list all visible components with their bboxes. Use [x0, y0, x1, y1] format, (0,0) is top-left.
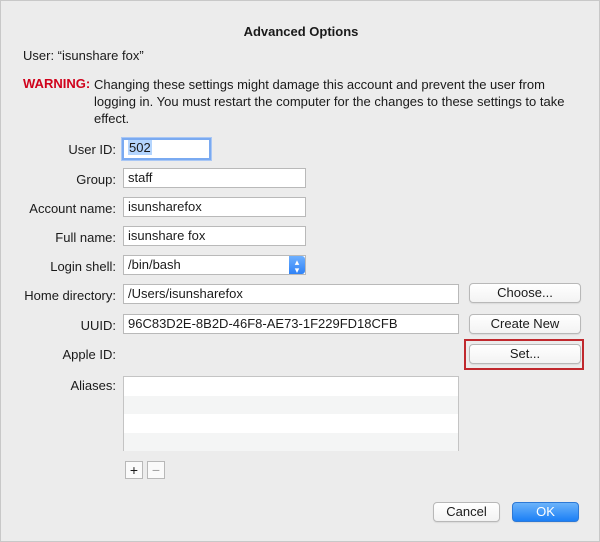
login-shell-popup[interactable]: /bin/bash ▴ ▾	[123, 255, 306, 275]
login-shell-value: /bin/bash	[128, 257, 181, 272]
apple-id-label: Apple ID:	[62, 347, 116, 362]
user-line: User: “isunshare fox”	[23, 48, 144, 63]
advanced-options-dialog: Advanced Options User: “isunshare fox” W…	[0, 0, 600, 542]
choose-button[interactable]: Choose...	[469, 283, 581, 303]
uuid-label: UUID:	[80, 318, 116, 333]
account-name-field[interactable]: isunsharefox	[123, 197, 306, 217]
user-id-label: User ID:	[68, 142, 116, 157]
list-item	[124, 432, 458, 451]
ok-button[interactable]: OK	[512, 502, 579, 522]
cancel-button[interactable]: Cancel	[433, 502, 500, 522]
account-name-label: Account name:	[29, 201, 116, 216]
uuid-field[interactable]: 96C83D2E-8B2D-46F8-AE73-1F229FD18CFB	[123, 314, 459, 334]
list-item	[124, 395, 458, 414]
dialog-title: Advanced Options	[243, 24, 359, 39]
full-name-label: Full name:	[55, 230, 116, 245]
aliases-label: Aliases:	[70, 378, 116, 393]
full-name-field[interactable]: isunshare fox	[123, 226, 306, 246]
user-id-value: 502	[128, 140, 152, 155]
warning-label: WARNING:	[23, 76, 91, 91]
create-new-button[interactable]: Create New	[469, 314, 581, 334]
group-label: Group:	[76, 172, 116, 187]
list-item	[124, 377, 458, 396]
aliases-list[interactable]	[123, 376, 459, 451]
home-directory-label: Home directory:	[24, 288, 116, 303]
remove-alias-button[interactable]: −	[147, 461, 165, 479]
set-apple-id-button[interactable]: Set...	[469, 344, 581, 364]
home-directory-field[interactable]: /Users/isunsharefox	[123, 284, 459, 304]
chevron-updown-icon[interactable]: ▴ ▾	[289, 256, 305, 274]
warning-text: Changing these settings might damage thi…	[94, 77, 565, 126]
login-shell-label: Login shell:	[50, 259, 116, 274]
user-id-field[interactable]: 502	[122, 138, 211, 160]
add-alias-button[interactable]: +	[125, 461, 143, 479]
group-field[interactable]: staff	[123, 168, 306, 188]
list-item	[124, 414, 458, 433]
